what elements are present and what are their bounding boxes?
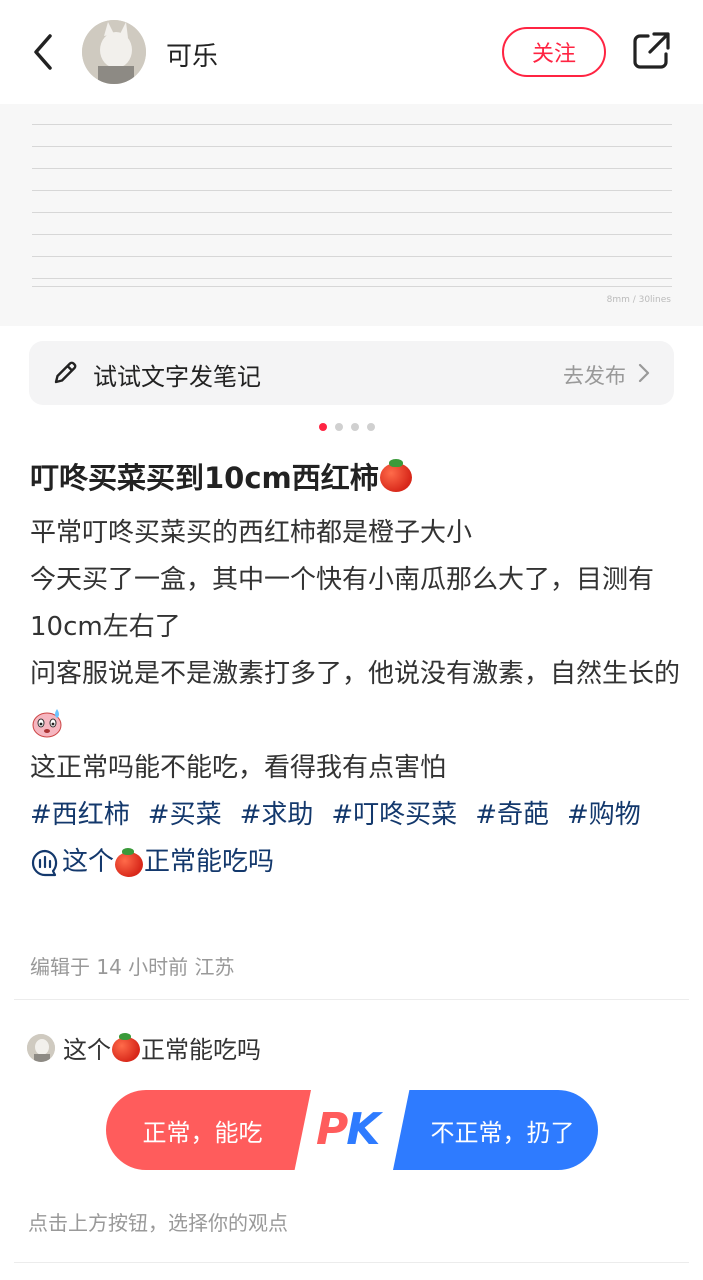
hashtag-link[interactable]: #买菜: [148, 800, 222, 830]
carousel-dot: [335, 423, 343, 431]
compose-action[interactable]: 去发布: [563, 360, 626, 390]
pk-p: P: [316, 1104, 348, 1155]
sweat-face-icon: [30, 705, 64, 739]
vote-option-right[interactable]: 不正常，扔了: [393, 1090, 598, 1170]
body-line: 这正常吗能不能吃，看得我有点害怕: [30, 753, 447, 783]
body-line-text: 问客服说是不是激素打多了，他说没有激素，自然生长的: [30, 659, 681, 689]
follow-button[interactable]: 关注: [502, 27, 606, 77]
poll-link-suffix: 正常能吃吗: [144, 847, 275, 877]
body-line: 问客服说是不是激素打多了，他说没有激素，自然生长的: [30, 651, 680, 745]
hashtag-link[interactable]: #西红柿: [30, 800, 130, 830]
post-image[interactable]: 8mm / 30lines: [0, 104, 703, 326]
pk-badge: PK: [316, 1104, 380, 1155]
divider: [14, 999, 689, 1000]
hashtag-link[interactable]: #奇葩: [475, 800, 549, 830]
tag-list: #西红柿 #买菜 #求助 #叮咚买菜 #奇葩 #购物: [30, 792, 680, 839]
body-line: 平常叮咚买菜买的西红柿都是橙子大小: [30, 518, 473, 548]
poll-question-prefix: 这个: [63, 1036, 111, 1064]
tomato-icon: [379, 459, 413, 493]
compose-bar[interactable]: 试试文字发笔记 去发布: [29, 341, 674, 405]
back-icon[interactable]: [28, 30, 62, 74]
username[interactable]: 可乐: [166, 36, 218, 73]
ruled-lines: [32, 114, 672, 294]
post-title-text: 叮咚买菜买到10cm西红柿: [30, 461, 379, 495]
pk-vote: 正常，能吃 不正常，扔了 PK: [106, 1090, 598, 1170]
tomato-icon: [111, 1032, 141, 1063]
top-bar: 可乐 关注: [0, 0, 703, 104]
pk-k: K: [346, 1104, 380, 1155]
share-icon[interactable]: [630, 30, 672, 72]
divider: [14, 1262, 689, 1263]
vote-option-left[interactable]: 正常，能吃: [106, 1090, 311, 1170]
body-line: 今天买了一盒，其中一个快有小南瓜那么大了，目测有10cm左右了: [30, 565, 655, 642]
poll-link-prefix: 这个: [62, 847, 115, 877]
carousel-dot: [367, 423, 375, 431]
avatar[interactable]: [82, 20, 146, 84]
pencil-icon: [54, 361, 77, 384]
carousel-dot: [351, 423, 359, 431]
chevron-right-icon: [638, 363, 650, 383]
post-meta: 编辑于 14 小时前 江苏: [30, 955, 235, 979]
hashtag-link[interactable]: #购物: [567, 800, 641, 830]
post-body: 平常叮咚买菜买的西红柿都是橙子大小 今天买了一盒，其中一个快有小南瓜那么大了，目…: [30, 510, 680, 886]
poll-question-suffix: 正常能吃吗: [141, 1036, 261, 1064]
compose-label: 试试文字发笔记: [93, 363, 261, 391]
carousel-indicator: [319, 423, 375, 431]
poll-question: 这个 正常能吃吗: [27, 1030, 261, 1065]
hashtag-link[interactable]: #求助: [240, 800, 314, 830]
post-title: 叮咚买菜买到10cm西红柿: [30, 455, 413, 497]
hashtag-link[interactable]: #叮咚买菜: [331, 800, 457, 830]
carousel-dot: [319, 423, 327, 431]
tomato-icon: [114, 847, 144, 878]
poll-link[interactable]: 这个 正常能吃吗: [30, 839, 680, 886]
paper-note: 8mm / 30lines: [606, 295, 671, 305]
avatar: [27, 1033, 55, 1062]
poll-chat-icon: [31, 849, 58, 876]
poll-hint: 点击上方按钮，选择你的观点: [28, 1211, 288, 1235]
